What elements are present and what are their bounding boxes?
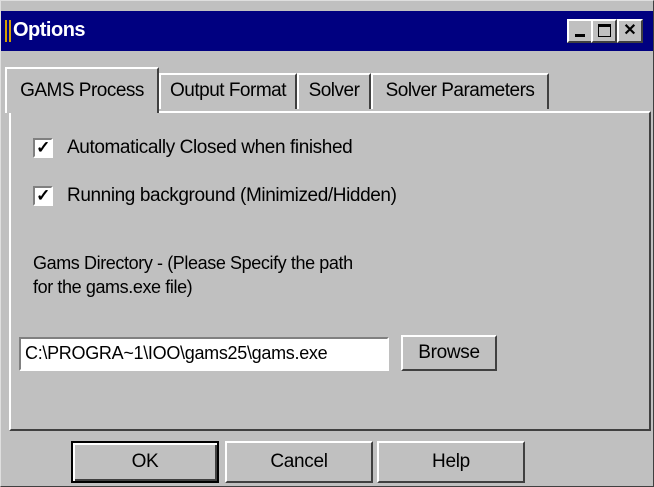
- close-icon: ✕: [623, 22, 637, 39]
- tab-label: Output Format: [170, 80, 287, 101]
- window-title: Options: [13, 19, 86, 41]
- background-checkbox[interactable]: ✓: [33, 186, 53, 206]
- ok-button[interactable]: OK: [71, 441, 219, 483]
- help-button[interactable]: Help: [377, 441, 525, 483]
- cancel-button[interactable]: Cancel: [225, 441, 373, 483]
- background-label: Running background (Minimized/Hidden): [67, 185, 397, 206]
- tab-panel-gams-process: ✓ Automatically Closed when finished ✓ R…: [9, 111, 651, 431]
- tab-solver[interactable]: Solver: [297, 73, 371, 109]
- title-bar[interactable]: Options ✕: [1, 11, 653, 51]
- directory-description-line2: for the gams.exe file): [33, 277, 193, 297]
- minimize-button[interactable]: [567, 19, 593, 43]
- options-dialog: Options ✕ GAMS Process Output Format Sol…: [0, 0, 654, 487]
- tab-output-format[interactable]: Output Format: [159, 73, 297, 109]
- directory-description-line1: Gams Directory - (Please Specify the pat…: [33, 253, 353, 273]
- auto-close-checkbox[interactable]: ✓: [33, 138, 53, 158]
- background-option[interactable]: ✓ Running background (Minimized/Hidden): [33, 185, 397, 207]
- tab-label: Solver: [308, 80, 360, 101]
- tab-solver-parameters[interactable]: Solver Parameters: [371, 73, 549, 109]
- browse-button[interactable]: Browse: [401, 335, 497, 371]
- maximize-icon: [598, 24, 611, 37]
- tab-label: Solver Parameters: [385, 80, 535, 101]
- directory-description: Gams Directory - (Please Specify the pat…: [33, 251, 433, 299]
- gams-path-field[interactable]: C:\PROGRA~1\IOO\gams25\gams.exe: [19, 337, 389, 371]
- app-icon: [5, 20, 11, 42]
- auto-close-option[interactable]: ✓ Automatically Closed when finished: [33, 137, 353, 159]
- tab-gams-process[interactable]: GAMS Process: [5, 67, 159, 113]
- maximize-button[interactable]: [591, 19, 617, 43]
- minimize-icon: [575, 34, 585, 37]
- close-button[interactable]: ✕: [617, 19, 643, 43]
- tab-label: GAMS Process: [20, 80, 144, 101]
- auto-close-label: Automatically Closed when finished: [67, 137, 353, 158]
